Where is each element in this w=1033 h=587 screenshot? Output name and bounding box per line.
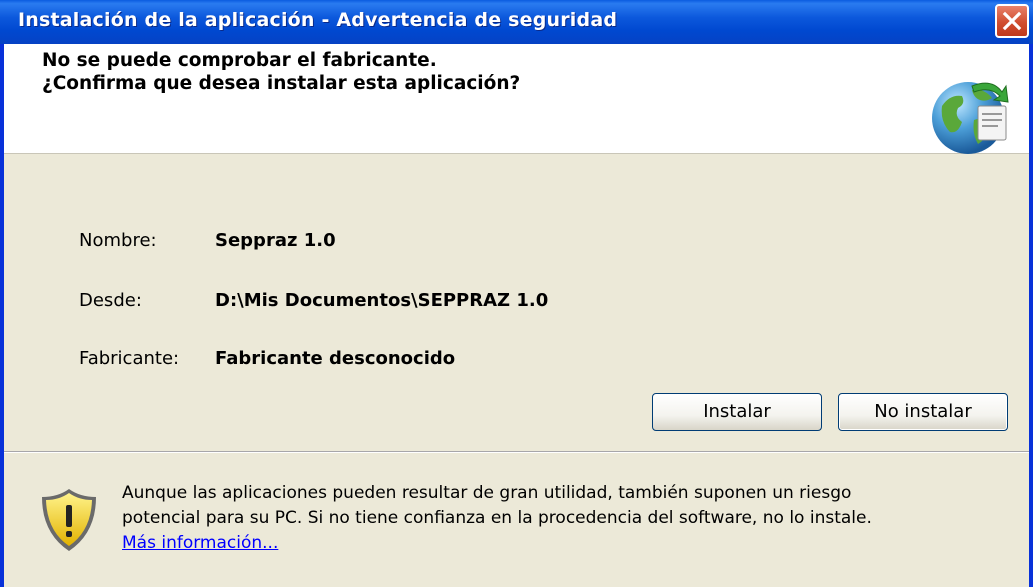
header-line-2: ¿Confirma que desea instalar esta aplica… bbox=[42, 73, 521, 94]
publisher-value: Fabricante desconocido bbox=[215, 348, 456, 369]
publisher-label: Fabricante: bbox=[79, 348, 180, 369]
window-title: Instalación de la aplicación - Advertenc… bbox=[18, 9, 618, 31]
warning-text-line-2: potencial para su PC. Si no tiene confia… bbox=[122, 508, 872, 528]
dont-install-button[interactable]: No instalar bbox=[838, 393, 1008, 431]
more-info-link[interactable]: Más información... bbox=[122, 533, 278, 553]
install-button[interactable]: Instalar bbox=[652, 393, 822, 431]
globe-install-icon bbox=[932, 82, 1009, 154]
from-value: D:\Mis Documentos\SEPPRAZ 1.0 bbox=[215, 290, 549, 311]
header-line-1: No se puede comprobar el fabricante. bbox=[42, 50, 437, 71]
warning-text-line-1: Aunque las aplicaciones pueden resultar … bbox=[122, 483, 852, 503]
close-icon bbox=[1002, 11, 1022, 31]
name-value: Seppraz 1.0 bbox=[215, 230, 336, 251]
security-warning-dialog: Instalación de la aplicación - Advertenc… bbox=[0, 0, 1033, 587]
title-bar[interactable]: Instalación de la aplicación - Advertenc… bbox=[0, 0, 1033, 44]
security-shield-icon bbox=[42, 489, 96, 551]
close-button[interactable] bbox=[995, 4, 1029, 38]
name-label: Nombre: bbox=[79, 230, 157, 251]
divider bbox=[4, 451, 1029, 453]
from-label: Desde: bbox=[79, 290, 142, 311]
dont-install-label: No instalar bbox=[874, 401, 972, 422]
